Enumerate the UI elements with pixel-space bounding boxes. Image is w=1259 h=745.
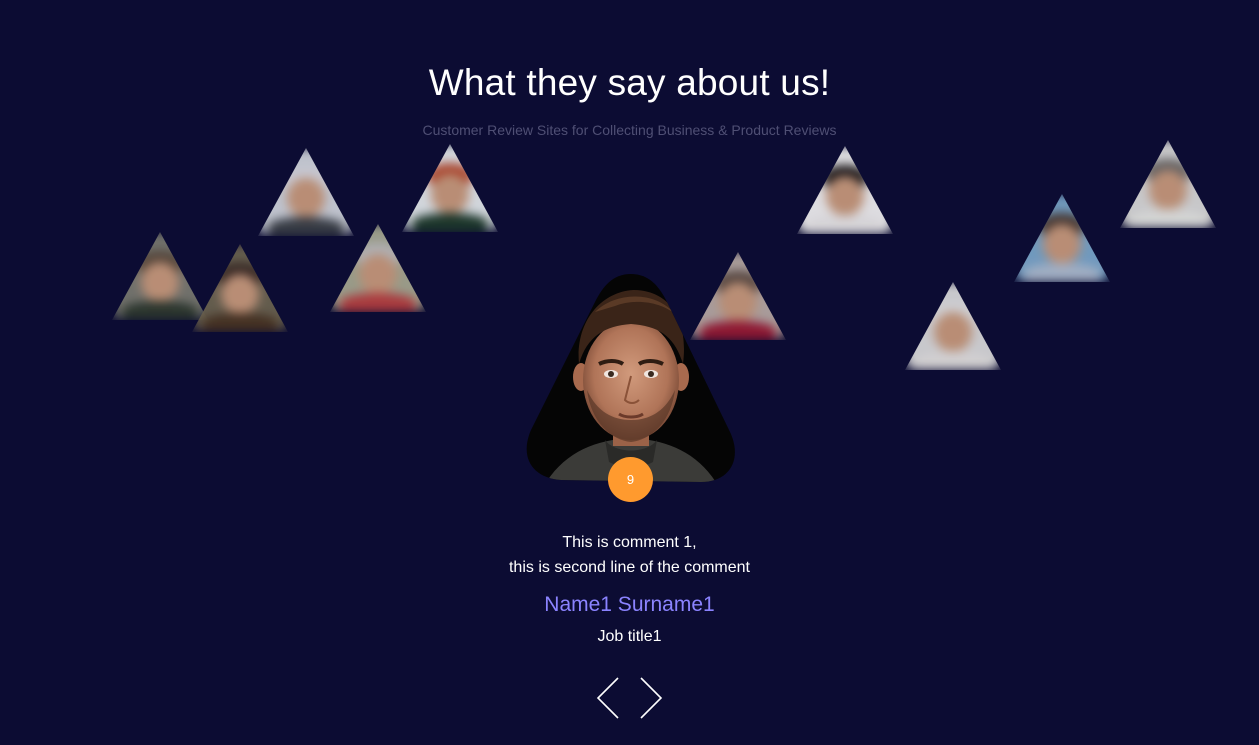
background-avatar[interactable] (192, 244, 288, 332)
page-title: What they say about us! (428, 62, 831, 103)
background-avatar[interactable] (112, 232, 208, 320)
review-count-badge: 9 (608, 457, 653, 502)
background-avatar[interactable] (330, 224, 426, 312)
background-avatar[interactable] (258, 148, 354, 236)
comment-line-2: this is second line of the comment (508, 559, 750, 576)
comment-line-1: This is comment 1, (562, 534, 697, 551)
testimonials-section: What they say about us! Customer Review … (0, 0, 1259, 745)
previous-button[interactable] (594, 676, 622, 720)
background-avatar[interactable] (1120, 140, 1216, 228)
testimonial-avatar (525, 272, 737, 484)
background-avatar[interactable] (1014, 194, 1110, 282)
background-avatar[interactable] (402, 144, 498, 232)
background-avatar[interactable] (905, 282, 1001, 370)
background-avatar[interactable] (797, 146, 893, 234)
next-button[interactable] (637, 676, 665, 720)
chevron-left-icon (596, 677, 619, 719)
chevron-right-icon (640, 677, 663, 719)
testimonial-comment: This is comment 1, this is second line o… (0, 530, 1259, 580)
reviewer-name: Name1 Surname1 (544, 593, 715, 616)
reviewer-job-title: Job title1 (597, 628, 662, 645)
page-subtitle: Customer Review Sites for Collecting Bus… (422, 122, 837, 138)
